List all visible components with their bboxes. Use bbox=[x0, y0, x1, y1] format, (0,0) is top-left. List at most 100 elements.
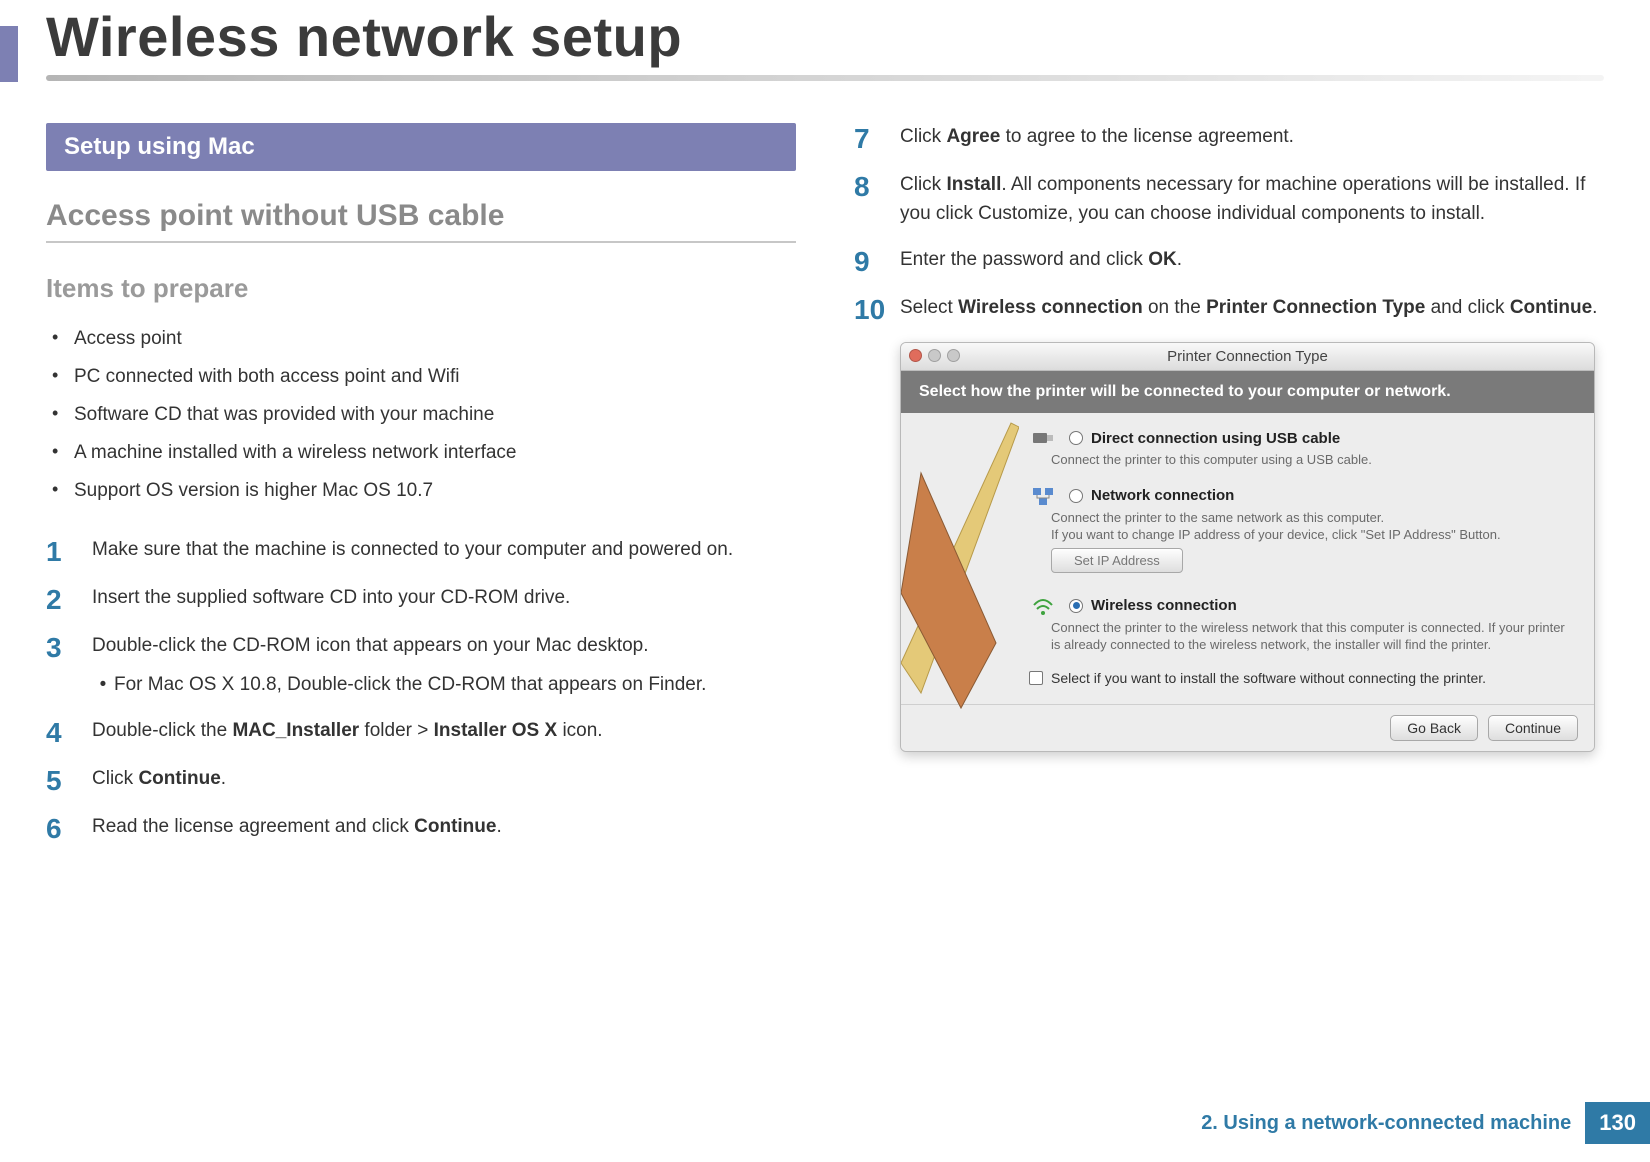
option-desc: Connect the printer to the same network … bbox=[1051, 509, 1576, 544]
text: Click bbox=[92, 768, 138, 789]
option-desc: Connect the printer to this computer usi… bbox=[1051, 451, 1576, 469]
step-number: 10 bbox=[854, 294, 900, 324]
text: on the bbox=[1143, 297, 1206, 318]
substep-text: For Mac OS X 10.8, Double-click the CD-R… bbox=[114, 671, 706, 700]
step-number: 5 bbox=[46, 765, 92, 795]
close-icon[interactable] bbox=[909, 349, 922, 362]
list-item: Support OS version is higher Mac OS 10.7 bbox=[46, 472, 796, 510]
step-2: 2 Insert the supplied software CD into y… bbox=[46, 584, 796, 614]
dialog-header: Select how the printer will be connected… bbox=[901, 371, 1594, 413]
text: icon. bbox=[557, 720, 602, 741]
step-text: Click Install. All components necessary … bbox=[900, 171, 1604, 228]
printer-connection-dialog: Printer Connection Type Select how the p… bbox=[900, 342, 1595, 752]
term: Continue bbox=[138, 768, 220, 789]
term: Continue bbox=[414, 816, 496, 837]
step-number: 4 bbox=[46, 717, 92, 747]
right-column: 7 Click Agree to agree to the license ag… bbox=[854, 123, 1604, 861]
step-text: Click Agree to agree to the license agre… bbox=[900, 123, 1294, 152]
step-text: Make sure that the machine is connected … bbox=[92, 536, 733, 565]
step-text: Double-click the MAC_Installer folder > … bbox=[92, 717, 603, 746]
step-1: 1 Make sure that the machine is connecte… bbox=[46, 536, 796, 566]
option-label: Network connection bbox=[1091, 487, 1234, 504]
text: . bbox=[221, 768, 226, 789]
items-to-prepare-heading: Items to prepare bbox=[46, 273, 796, 304]
section-band: Setup using Mac bbox=[46, 123, 796, 171]
wifi-icon bbox=[1029, 595, 1057, 617]
term: Agree bbox=[946, 126, 1000, 147]
ruler-brush-icon bbox=[901, 413, 1019, 713]
option-network[interactable]: Network connection Connect the printer t… bbox=[1029, 485, 1576, 579]
dialog-artwork bbox=[901, 413, 1019, 704]
step-number: 3 bbox=[46, 632, 92, 662]
usb-icon bbox=[1029, 427, 1057, 449]
step-4: 4 Double-click the MAC_Installer folder … bbox=[46, 717, 796, 747]
option-label: Direct connection using USB cable bbox=[1091, 430, 1340, 447]
step-10: 10 Select Wireless connection on the Pri… bbox=[854, 294, 1604, 324]
step-number: 8 bbox=[854, 171, 900, 201]
substep: • For Mac OS X 10.8, Double-click the CD… bbox=[92, 671, 706, 700]
bullet-icon: • bbox=[92, 671, 114, 700]
radio-network[interactable] bbox=[1069, 489, 1083, 503]
option-usb[interactable]: Direct connection using USB cable Connec… bbox=[1029, 427, 1576, 469]
install-without-printer-row[interactable]: Select if you want to install the softwa… bbox=[1029, 670, 1576, 686]
minimize-icon[interactable] bbox=[928, 349, 941, 362]
list-item: PC connected with both access point and … bbox=[46, 358, 796, 396]
network-icon bbox=[1029, 485, 1057, 507]
term: Printer Connection Type bbox=[1206, 297, 1425, 318]
text: . bbox=[1592, 297, 1597, 318]
page-footer: 2. Using a network-connected machine 130 bbox=[1201, 1102, 1650, 1144]
text: Select bbox=[900, 297, 958, 318]
step-9: 9 Enter the password and click OK. bbox=[854, 246, 1604, 276]
checkbox[interactable] bbox=[1029, 671, 1043, 685]
dialog-title: Printer Connection Type bbox=[1167, 348, 1328, 365]
radio-usb[interactable] bbox=[1069, 431, 1083, 445]
title-accent-block bbox=[0, 26, 18, 82]
go-back-button[interactable]: Go Back bbox=[1390, 715, 1478, 741]
list-item: Access point bbox=[46, 320, 796, 358]
continue-button[interactable]: Continue bbox=[1488, 715, 1578, 741]
step-7: 7 Click Agree to agree to the license ag… bbox=[854, 123, 1604, 153]
step-text: Read the license agreement and click Con… bbox=[92, 813, 502, 842]
step-text: Double-click the CD-ROM icon that appear… bbox=[92, 632, 706, 699]
step-number: 2 bbox=[46, 584, 92, 614]
term: Install bbox=[946, 174, 1001, 195]
items-list: Access point PC connected with both acce… bbox=[46, 320, 796, 510]
step-text-main: Double-click the CD-ROM icon that appear… bbox=[92, 635, 649, 656]
set-ip-button[interactable]: Set IP Address bbox=[1051, 548, 1183, 573]
step-text: Insert the supplied software CD into you… bbox=[92, 584, 570, 613]
radio-wireless[interactable] bbox=[1069, 599, 1083, 613]
step-3: 3 Double-click the CD-ROM icon that appe… bbox=[46, 632, 796, 699]
traffic-lights bbox=[909, 349, 960, 362]
zoom-icon[interactable] bbox=[947, 349, 960, 362]
text: . All components necessary for machine o… bbox=[900, 174, 1585, 224]
list-item: A machine installed with a wireless netw… bbox=[46, 434, 796, 472]
subheading-rule bbox=[46, 241, 796, 243]
checkbox-label: Select if you want to install the softwa… bbox=[1051, 670, 1486, 686]
dialog-titlebar: Printer Connection Type bbox=[901, 343, 1594, 371]
subheading: Access point without USB cable bbox=[46, 199, 796, 233]
text: . bbox=[496, 816, 501, 837]
step-8: 8 Click Install. All components necessar… bbox=[854, 171, 1604, 228]
text: Double-click the bbox=[92, 720, 232, 741]
page-title: Wireless network setup bbox=[46, 4, 1650, 69]
text: . bbox=[1177, 249, 1182, 270]
term: OK bbox=[1148, 249, 1177, 270]
text: Click bbox=[900, 126, 946, 147]
step-5: 5 Click Continue. bbox=[46, 765, 796, 795]
term: Wireless connection bbox=[958, 297, 1143, 318]
chapter-label: 2. Using a network-connected machine bbox=[1201, 1112, 1585, 1135]
term: Installer OS X bbox=[434, 720, 558, 741]
step-number: 6 bbox=[46, 813, 92, 843]
page-number: 130 bbox=[1585, 1102, 1650, 1144]
text: to agree to the license agreement. bbox=[1000, 126, 1294, 147]
list-item: Software CD that was provided with your … bbox=[46, 396, 796, 434]
option-desc: Connect the printer to the wireless netw… bbox=[1051, 619, 1576, 654]
text: folder > bbox=[359, 720, 433, 741]
step-number: 1 bbox=[46, 536, 92, 566]
text: Enter the password and click bbox=[900, 249, 1148, 270]
option-wireless[interactable]: Wireless connection Connect the printer … bbox=[1029, 595, 1576, 654]
term: Continue bbox=[1510, 297, 1592, 318]
text: Read the license agreement and click bbox=[92, 816, 414, 837]
step-text: Click Continue. bbox=[92, 765, 226, 794]
text: Click bbox=[900, 174, 946, 195]
